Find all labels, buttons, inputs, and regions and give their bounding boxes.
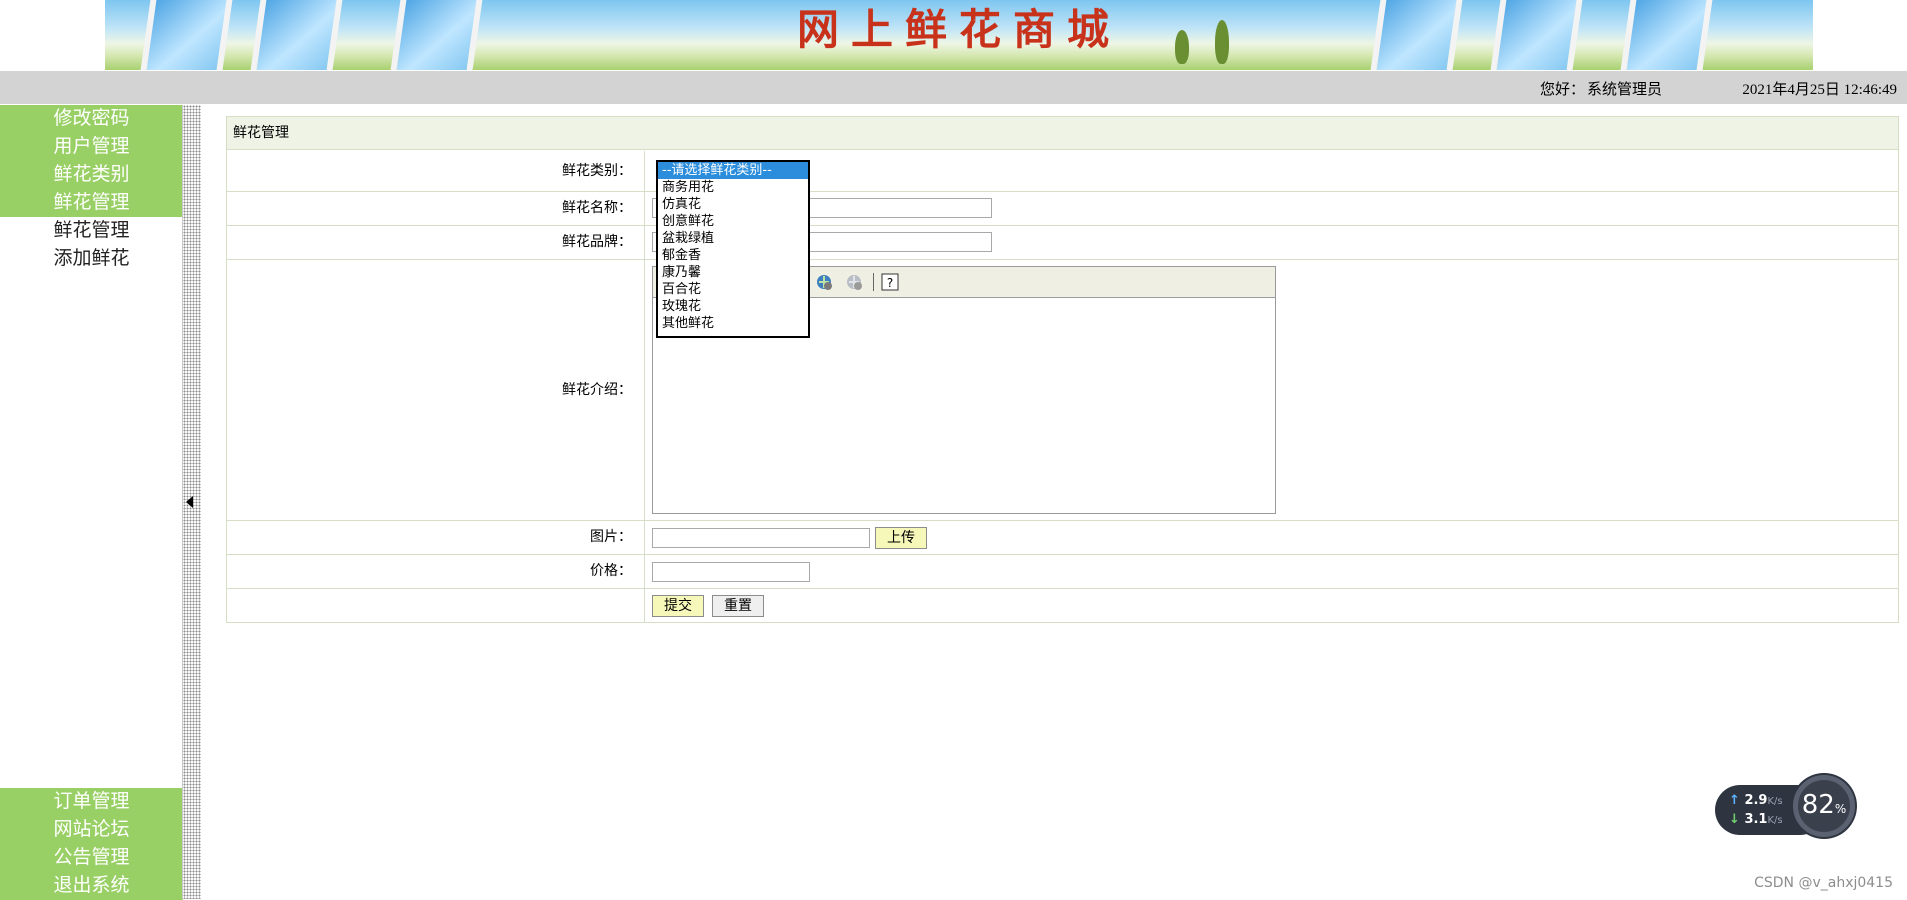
brand-cell — [646, 226, 1898, 259]
user-name: 系统管理员 — [1587, 82, 1663, 98]
price-input[interactable] — [652, 562, 810, 582]
upload-button[interactable]: 上传 — [875, 527, 927, 549]
nav-flower-management[interactable]: 鲜花管理 — [0, 189, 183, 217]
image-label: 图片： — [227, 521, 645, 554]
greeting-label: 您好： — [1540, 82, 1586, 98]
category-dropdown-list[interactable]: --请选择鲜花类别-- 商务用花 仿真花 创意鲜花 盆栽绿植 郁金香 康乃馨 百… — [656, 160, 810, 338]
svg-text:?: ? — [887, 276, 893, 290]
image-path-input[interactable] — [652, 528, 870, 548]
form-row-name: 鲜花名称： — [227, 192, 1898, 226]
cpu-value: 82 — [1801, 790, 1835, 820]
insert-link-icon[interactable] — [815, 273, 833, 291]
nav-change-password[interactable]: 修改密码 — [0, 105, 183, 133]
upload-arrow-icon: ↑ — [1729, 793, 1740, 808]
description-cell: ? — [646, 260, 1898, 520]
download-speed: ↓ 3.1K/s — [1729, 812, 1783, 827]
help-icon[interactable]: ? — [881, 273, 899, 291]
category-cell — [646, 151, 1898, 191]
subnav-add-flower[interactable]: 添加鲜花 — [0, 245, 183, 273]
nav-announcement-management[interactable]: 公告管理 — [0, 844, 183, 872]
actions-label-cell — [227, 589, 645, 622]
site-title: 网上鲜花商城 — [796, 5, 1121, 54]
category-option[interactable]: 盆栽绿植 — [658, 230, 808, 247]
name-cell — [646, 192, 1898, 225]
collapse-sidebar-icon[interactable] — [186, 496, 193, 508]
watermark: CSDN @v_ahxj0415 — [1754, 875, 1893, 891]
upload-unit: K/s — [1767, 796, 1783, 807]
category-option[interactable]: 商务用花 — [658, 179, 808, 196]
actions-cell: 提交 重置 — [646, 589, 1898, 622]
form-row-category: 鲜花类别： — [227, 151, 1898, 192]
category-option[interactable]: 康乃馨 — [658, 264, 808, 281]
form-row-brand: 鲜花品牌： — [227, 226, 1898, 260]
category-option[interactable]: 郁金香 — [658, 247, 808, 264]
site-banner: 网上鲜花商城 — [105, 0, 1813, 70]
category-label: 鲜花类别： — [227, 151, 645, 191]
panel-title: 鲜花管理 — [227, 117, 1898, 150]
cpu-unit: % — [1834, 802, 1847, 816]
category-option[interactable]: 百合花 — [658, 281, 808, 298]
form-row-price: 价格： — [227, 555, 1898, 589]
category-option[interactable]: 玫瑰花 — [658, 298, 808, 315]
reset-button[interactable]: 重置 — [712, 595, 764, 617]
category-option[interactable]: 仿真花 — [658, 196, 808, 213]
name-label: 鲜花名称： — [227, 192, 645, 225]
category-option[interactable]: 创意鲜花 — [658, 213, 808, 230]
submit-button[interactable]: 提交 — [652, 595, 704, 617]
subnav-flower-management[interactable]: 鲜花管理 — [0, 217, 183, 245]
upload-speed: ↑ 2.9K/s — [1729, 793, 1783, 808]
image-cell: 上传 — [646, 521, 1898, 554]
nav-forum[interactable]: 网站论坛 — [0, 816, 183, 844]
price-cell — [646, 555, 1898, 588]
form-row-description: 鲜花介绍： ? — [227, 260, 1898, 521]
download-unit: K/s — [1767, 815, 1783, 826]
nav-user-management[interactable]: 用户管理 — [0, 133, 183, 161]
nav-logout[interactable]: 退出系统 — [0, 872, 183, 900]
brand-label: 鲜花品牌： — [227, 226, 645, 259]
toolbar-separator — [873, 273, 874, 291]
form-row-actions: 提交 重置 — [227, 589, 1898, 622]
download-value: 3.1 — [1744, 812, 1768, 827]
nav-flower-category[interactable]: 鲜花类别 — [0, 161, 183, 189]
category-option[interactable]: 其他鲜花 — [658, 315, 808, 332]
remove-link-icon[interactable] — [845, 273, 863, 291]
info-bar: 您好： 系统管理员 2021年4月25日 12:46:49 — [0, 71, 1907, 104]
price-label: 价格： — [227, 555, 645, 588]
flower-form-panel: 鲜花管理 鲜花类别： 鲜花名称： 鲜花品牌： 鲜花介绍： ? 图片： 上传 价格… — [226, 116, 1899, 623]
network-monitor-widget[interactable]: ↑ 2.9K/s ↓ 3.1K/s 82% — [1715, 775, 1855, 837]
description-label: 鲜花介绍： — [227, 260, 645, 520]
greeting-text: 您好： 系统管理员 — [1540, 78, 1662, 99]
nav-order-management[interactable]: 订单管理 — [0, 788, 183, 816]
download-arrow-icon: ↓ — [1729, 812, 1740, 827]
current-datetime: 2021年4月25日 12:46:49 — [1742, 82, 1897, 98]
category-option[interactable]: --请选择鲜花类别-- — [658, 162, 808, 179]
form-row-image: 图片： 上传 — [227, 521, 1898, 555]
cpu-usage-gauge: 82% — [1793, 775, 1855, 837]
upload-value: 2.9 — [1744, 793, 1768, 808]
